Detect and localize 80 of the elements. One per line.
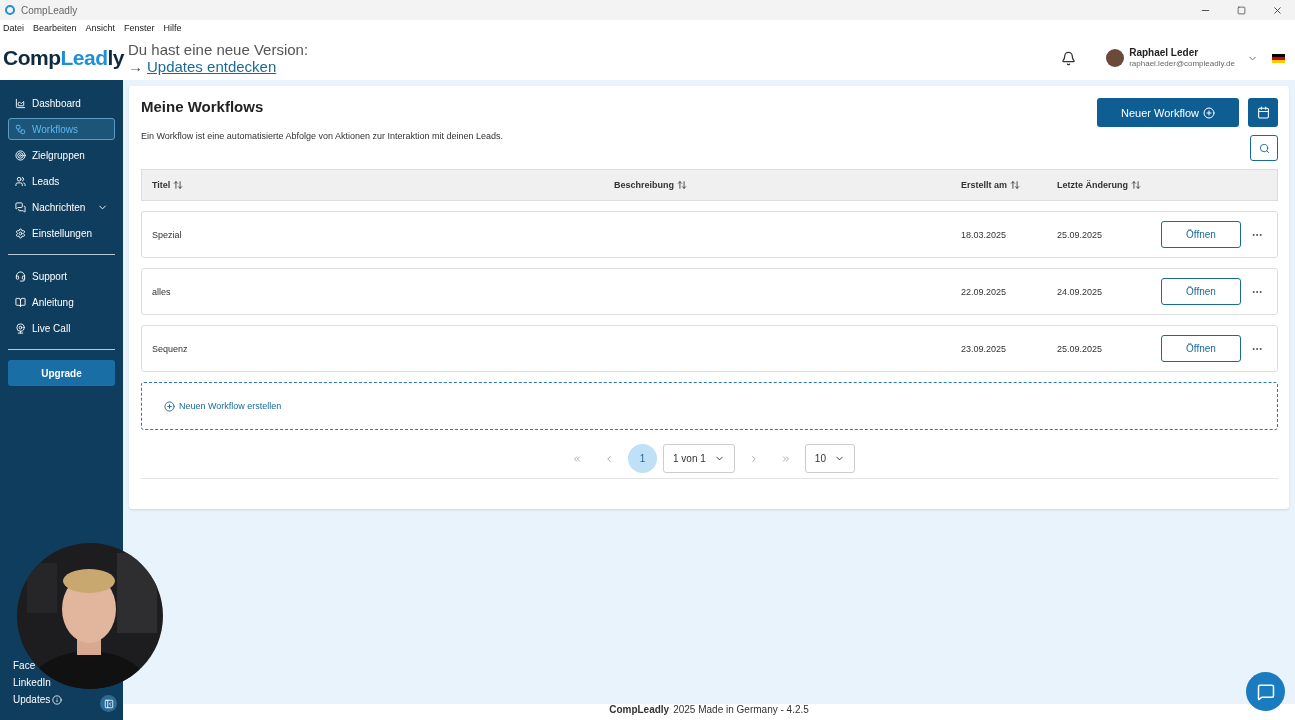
menu-item[interactable]: Bearbeiten <box>33 23 77 33</box>
new-workflow-button[interactable]: Neuer Workflow <box>1096 98 1239 127</box>
app-logo-icon <box>4 4 16 16</box>
table-cell-text: 24.09.2025 <box>1057 286 1104 297</box>
sidebar-item[interactable]: Support <box>8 265 115 287</box>
chat-icon <box>15 201 26 213</box>
menu-item[interactable]: Fenster <box>124 23 155 33</box>
sidebar-item[interactable]: Nachrichten <box>8 196 115 218</box>
page-description: Ein Workflow ist eine automatisierte Abfolge von Aktionen zur Interaktion mit deinen Leads. <box>141 131 504 141</box>
user-name: Raphael Leder <box>1129 47 1200 58</box>
notification-icon[interactable] <box>1061 50 1077 66</box>
sort-icon <box>677 180 687 190</box>
calendar-icon <box>1256 106 1270 119</box>
info-icon <box>52 694 63 705</box>
table-cell-text: 18.03.2025 <box>961 229 1008 240</box>
column-header[interactable]: Titel <box>152 180 614 190</box>
sidebar-link[interactable]: Face <box>13 660 36 671</box>
table-cell-text: 25.09.2025 <box>1057 229 1104 240</box>
arrow-text: → <box>128 58 143 75</box>
avatar <box>1106 49 1125 67</box>
plus-icon <box>1203 106 1215 119</box>
footer-brand: CompLeadly <box>609 704 670 715</box>
double-chevron-icon <box>780 453 791 464</box>
sidebar-link[interactable]: LinkedIn <box>13 677 51 688</box>
users-icon <box>15 175 26 187</box>
book-icon <box>15 296 26 308</box>
page-select[interactable]: 1 von 1 <box>663 444 735 473</box>
plus-icon <box>164 400 175 412</box>
sidebar-item[interactable]: Live Call <box>8 317 115 339</box>
window-title: CompLeadly <box>21 4 78 16</box>
column-header[interactable]: Letzte Änderung <box>1057 180 1161 190</box>
column-header[interactable]: Beschreibung <box>614 180 961 190</box>
footer-text: 2025 Made in Germany - 4.2.5 <box>673 704 809 715</box>
sidebar-item[interactable]: Dashboard <box>8 92 115 114</box>
open-button[interactable]: Öffnen <box>1161 278 1241 305</box>
chat-icon <box>1256 682 1275 701</box>
sort-icon <box>173 180 184 190</box>
calendar-button[interactable] <box>1248 98 1278 127</box>
workflow-icon <box>15 123 26 135</box>
table-cell-text: 25.09.2025 <box>1057 343 1104 354</box>
page-button[interactable]: 1 <box>628 444 658 473</box>
settings-icon <box>15 227 26 239</box>
add-workflow-button[interactable]: Neuen Workflow erstellen <box>141 382 1278 430</box>
sidebar-item[interactable]: Einstellungen <box>8 222 115 244</box>
menu-item[interactable]: Hilfe <box>163 23 182 33</box>
menu-item[interactable]: Datei <box>3 23 24 33</box>
sort-icon <box>1010 180 1021 190</box>
chart-icon <box>15 97 26 109</box>
table-cell-text: alles <box>152 286 172 297</box>
search-icon <box>1258 142 1270 154</box>
logo: CompLeadly <box>3 46 126 70</box>
search-button[interactable] <box>1250 135 1278 161</box>
double-chevron-icon <box>572 453 583 464</box>
sort-icon <box>1131 180 1141 190</box>
headset-icon <box>15 270 26 282</box>
update-notice: Du hast eine neue Version: <box>128 41 309 58</box>
webcam-icon <box>15 322 26 334</box>
sidebar-item[interactable]: Zielgruppen <box>8 144 115 166</box>
open-button[interactable]: Öffnen <box>1161 221 1241 248</box>
sidebar-item[interactable]: Workflows <box>8 118 115 140</box>
upgrade-button[interactable]: Upgrade <box>8 360 115 386</box>
maximize-icon <box>1236 5 1246 15</box>
table-cell-text: 23.09.2025 <box>961 343 1008 354</box>
table-cell-text: Spezial <box>152 229 183 240</box>
flag-icon[interactable] <box>1272 53 1285 63</box>
sidebar-link[interactable]: Updates <box>13 694 63 705</box>
sidebar-item[interactable]: Anleitung <box>8 291 115 313</box>
page-size-select[interactable]: 10 <box>804 444 855 473</box>
column-header[interactable]: Erstellt am <box>961 180 1057 190</box>
table-cell-text: Sequenz <box>152 343 189 354</box>
sidebar-item[interactable]: Leads <box>8 170 115 192</box>
close-icon <box>1271 4 1283 16</box>
user-email: raphael.leder@compleadly.de <box>1129 58 1235 69</box>
menu-item[interactable]: Ansicht <box>85 23 116 33</box>
page-title: Meine Workflows <box>141 98 265 115</box>
target-icon <box>15 149 26 161</box>
open-button[interactable]: Öffnen <box>1161 335 1241 362</box>
updates-link[interactable]: Updates entdecken <box>147 58 277 75</box>
panel-icon <box>103 698 114 709</box>
table-cell-text: 22.09.2025 <box>961 286 1008 297</box>
